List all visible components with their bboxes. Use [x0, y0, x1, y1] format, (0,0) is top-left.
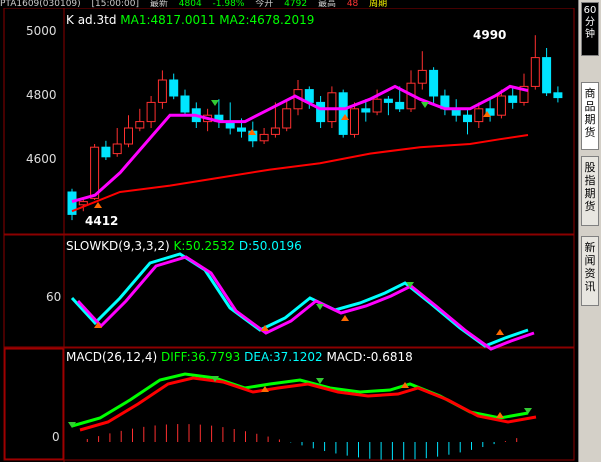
- indicator-line: [71, 134, 529, 213]
- candle-body: [553, 92, 563, 99]
- right-sidebar: 60分钟 商品期货 股指期货 新闻资讯: [578, 0, 601, 462]
- macd-value: MACD:-0.6818: [326, 350, 413, 364]
- candle-body: [282, 108, 292, 129]
- candle-body: [78, 201, 88, 206]
- macd-panel-frame: [3, 347, 575, 461]
- candle-body: [350, 108, 359, 135]
- sell-signal-arrow-icon: [421, 102, 429, 108]
- tab-index-futures[interactable]: 股指期货: [581, 156, 599, 226]
- candle-body: [395, 101, 405, 110]
- candle-body: [496, 95, 506, 116]
- candle-body: [157, 79, 167, 103]
- tab-commodity-futures[interactable]: 商品期货: [581, 82, 599, 150]
- kd-legend: SLOWKD(9,3,3,2) K:50.2532 D:50.0196: [66, 239, 302, 253]
- candle-body: [508, 95, 518, 103]
- ma1-value: MA1:4817.0011: [120, 13, 216, 27]
- indicator-lines: [70, 84, 537, 460]
- macd-y-tick-0: 0: [52, 430, 60, 444]
- indicator-line: [71, 372, 529, 428]
- candle-body: [474, 108, 484, 123]
- candle-body: [530, 57, 540, 87]
- candle-body: [327, 92, 337, 123]
- chart-area[interactable]: K ad.3td MA1:4817.0011 MA2:4678.2019 500…: [0, 8, 578, 462]
- candle-body: [463, 114, 472, 123]
- candle-body: [383, 98, 393, 103]
- period-label: [15:00:00]: [91, 0, 139, 8]
- high-value: 48: [346, 0, 359, 8]
- y-tick-4800: 4800: [26, 88, 57, 102]
- candle-body: [146, 101, 156, 123]
- period-selector[interactable]: 60分钟: [581, 2, 599, 56]
- indicator-line: [79, 376, 537, 432]
- candle-body: [90, 146, 100, 199]
- candle-body: [124, 127, 133, 145]
- candle-body: [417, 69, 427, 84]
- candle-body: [237, 127, 246, 132]
- candle-body: [259, 133, 269, 142]
- high-marker: 4990: [473, 28, 507, 42]
- buy-signal-arrow-icon: [496, 329, 504, 335]
- macd-title: MACD(26,12,4): [66, 350, 158, 364]
- candle-body: [112, 143, 122, 155]
- candle-body: [101, 146, 111, 158]
- change-value: -1.98%: [212, 0, 245, 8]
- kline-chart[interactable]: [0, 8, 578, 462]
- latest-value: 4804: [178, 0, 202, 8]
- quote-topbar: PTA1609(030109) [15:00:00] 最新 4804 -1.98…: [0, 0, 578, 8]
- macd-dea-value: DEA:37.1202: [244, 350, 323, 364]
- main-legend: K ad.3td MA1:4817.0011 MA2:4678.2019: [66, 13, 314, 27]
- chart-title: ad.3td: [77, 13, 117, 27]
- candle-body: [542, 57, 552, 94]
- indicator-line: [70, 252, 529, 348]
- candle-body: [338, 92, 348, 135]
- kd-y-tick-60: 60: [46, 290, 62, 304]
- kd-k-value: K:50.2532: [173, 239, 236, 253]
- buy-signal-arrow-icon: [496, 412, 504, 418]
- buy-signal-arrow-icon: [341, 315, 349, 321]
- open-label: 今开: [255, 0, 274, 8]
- low-marker: 4412: [85, 214, 119, 228]
- latest-label: 最新: [149, 0, 168, 8]
- high-label: 最高: [317, 0, 336, 8]
- macd-legend: MACD(26,12,4) DIFF:36.7793 DEA:37.1202 M…: [66, 350, 413, 364]
- y-tick-4600: 4600: [26, 152, 57, 166]
- candle-body: [429, 69, 439, 97]
- kd-title: SLOWKD(9,3,3,2): [66, 239, 170, 253]
- candle-body: [135, 121, 145, 129]
- candle-body: [270, 127, 280, 135]
- tab-news[interactable]: 新闻资讯: [581, 236, 599, 306]
- cycle-link[interactable]: 周期: [369, 0, 387, 8]
- candle-body: [316, 101, 326, 123]
- candle-body: [372, 98, 382, 113]
- candle-body: [180, 95, 190, 113]
- macd-diff-value: DIFF:36.7793: [160, 350, 241, 364]
- sell-signal-arrow-icon: [316, 304, 324, 310]
- kd-d-value: D:50.0196: [238, 239, 302, 253]
- symbol-label: PTA1609(030109): [0, 0, 81, 8]
- y-tick-5000: 5000: [26, 24, 57, 38]
- open-value: 4792: [284, 0, 308, 8]
- sell-signal-arrow-icon: [211, 100, 219, 106]
- candle-series: [67, 35, 563, 221]
- k-label: K: [66, 13, 74, 27]
- candle-body: [361, 108, 371, 113]
- candle-body: [169, 79, 179, 97]
- ma2-value: MA2:4678.2019: [219, 13, 315, 27]
